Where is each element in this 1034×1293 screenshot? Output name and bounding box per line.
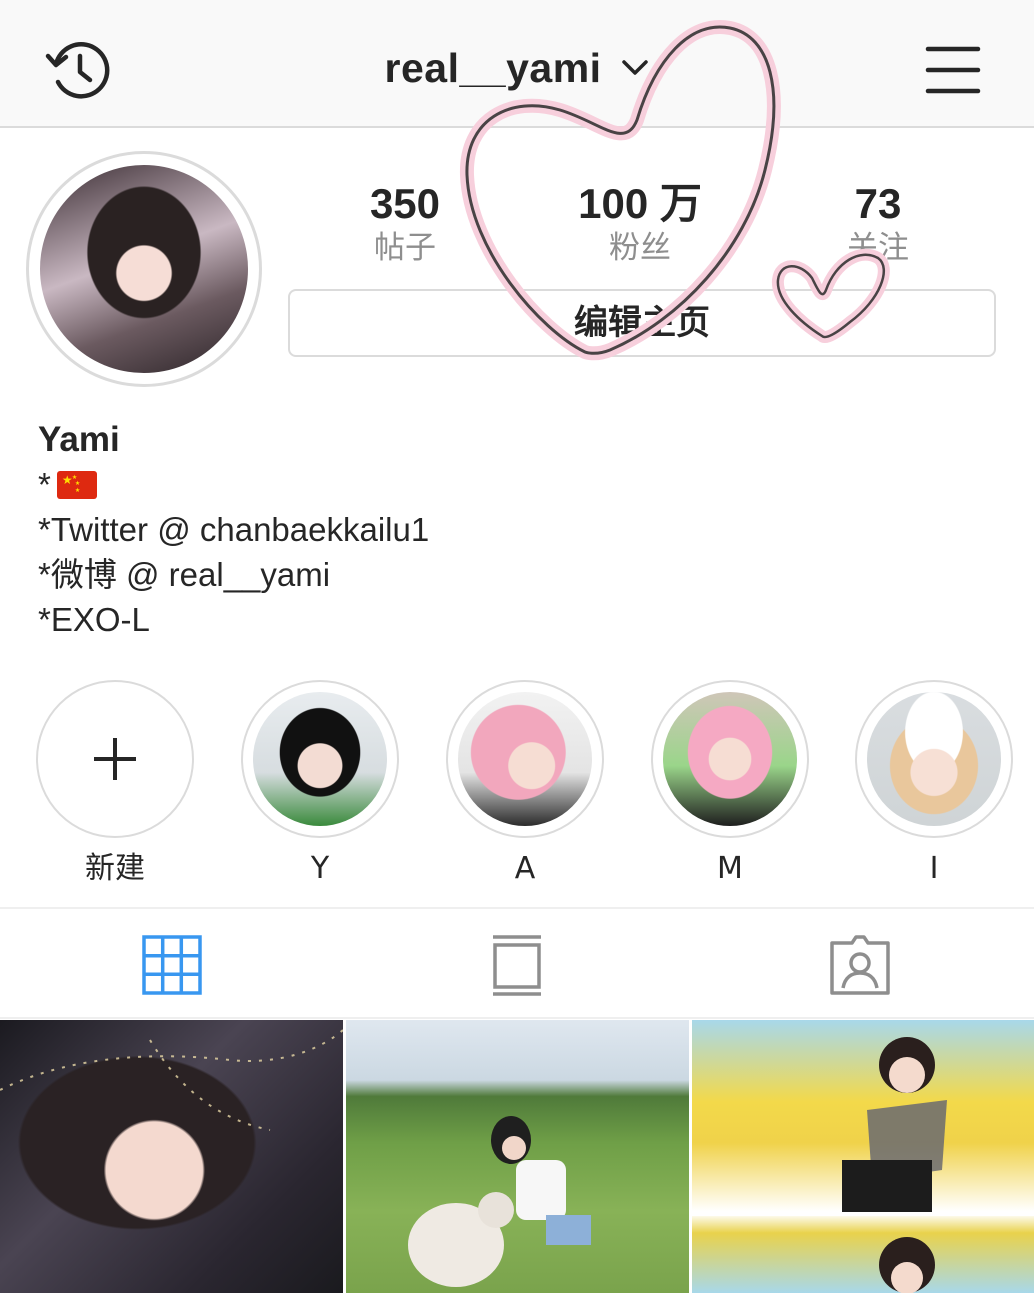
highlight-cover bbox=[867, 692, 1001, 826]
edit-profile-button[interactable]: 编辑主页 bbox=[288, 289, 996, 357]
bio-line-4: *EXO-L bbox=[38, 601, 150, 638]
photo-scene-decoration bbox=[408, 1116, 591, 1287]
following-value: 73 bbox=[854, 180, 902, 227]
posts-count[interactable]: 350 帖子 bbox=[320, 180, 490, 268]
photo-sparkle-decoration bbox=[0, 1029, 343, 1131]
highlight-ring bbox=[651, 680, 809, 838]
account-switcher[interactable]: real__yami bbox=[0, 45, 1034, 92]
bio-flag-line: * ★ ★ ★ ★ bbox=[38, 462, 998, 507]
highlight-label: Y bbox=[310, 851, 330, 886]
tagged-icon[interactable] bbox=[828, 933, 892, 997]
username-title: real__yami bbox=[384, 45, 602, 91]
posts-value: 350 bbox=[369, 180, 441, 227]
avatar-photo bbox=[40, 165, 248, 373]
highlight-y[interactable]: Y bbox=[240, 680, 400, 888]
profile-bio: Yami * ★ ★ ★ ★ *Twitter @ chanbaekkailu1 *微博… bbox=[38, 418, 998, 642]
hamburger-menu-icon[interactable] bbox=[924, 44, 982, 96]
highlight-ring bbox=[446, 680, 604, 838]
highlight-label: M bbox=[717, 851, 743, 886]
highlight-label: A bbox=[514, 851, 536, 886]
bio-line-2: *Twitter @ chanbaekkailu1 bbox=[38, 511, 430, 548]
highlight-cover bbox=[663, 692, 797, 826]
post-thumbnail[interactable] bbox=[692, 1020, 1034, 1293]
post-thumbnail[interactable] bbox=[0, 1020, 343, 1293]
highlight-a[interactable]: A bbox=[445, 680, 605, 888]
highlight-label: 新建 bbox=[85, 851, 145, 886]
highlight-new[interactable]: 新建 bbox=[35, 680, 195, 888]
post-thumbnail[interactable] bbox=[346, 1020, 689, 1293]
highlight-i[interactable]: I bbox=[854, 680, 1014, 888]
followers-value: 100 万 bbox=[578, 180, 702, 227]
collage-divider bbox=[692, 1212, 1034, 1216]
highlight-label: I bbox=[929, 851, 939, 886]
profile-avatar[interactable] bbox=[26, 151, 262, 387]
grid-icon[interactable] bbox=[140, 933, 204, 997]
bio-line-1: * bbox=[38, 466, 51, 503]
highlight-m[interactable]: M bbox=[650, 680, 810, 888]
highlight-cover bbox=[253, 692, 387, 826]
followers-count[interactable]: 100 万 粉丝 bbox=[555, 180, 725, 268]
highlight-new-ring bbox=[36, 680, 194, 838]
highlight-ring bbox=[241, 680, 399, 838]
china-flag-icon: ★ ★ ★ ★ bbox=[56, 471, 97, 500]
profile-tab-bar bbox=[0, 907, 1034, 1019]
highlight-cover bbox=[458, 692, 592, 826]
highlight-ring bbox=[855, 680, 1013, 838]
followers-label: 粉丝 bbox=[609, 230, 671, 265]
posts-label: 帖子 bbox=[374, 230, 436, 265]
display-name: Yami bbox=[38, 420, 120, 459]
plus-icon bbox=[94, 738, 136, 780]
top-bar: real__yami bbox=[0, 0, 1034, 128]
following-count[interactable]: 73 关注 bbox=[793, 180, 963, 268]
photo-scene-decoration bbox=[842, 1037, 947, 1293]
following-label: 关注 bbox=[847, 230, 909, 265]
feed-icon[interactable] bbox=[485, 933, 549, 997]
bio-line-3: *微博 @ real__yami bbox=[38, 556, 331, 593]
chevron-down-icon bbox=[622, 60, 649, 75]
